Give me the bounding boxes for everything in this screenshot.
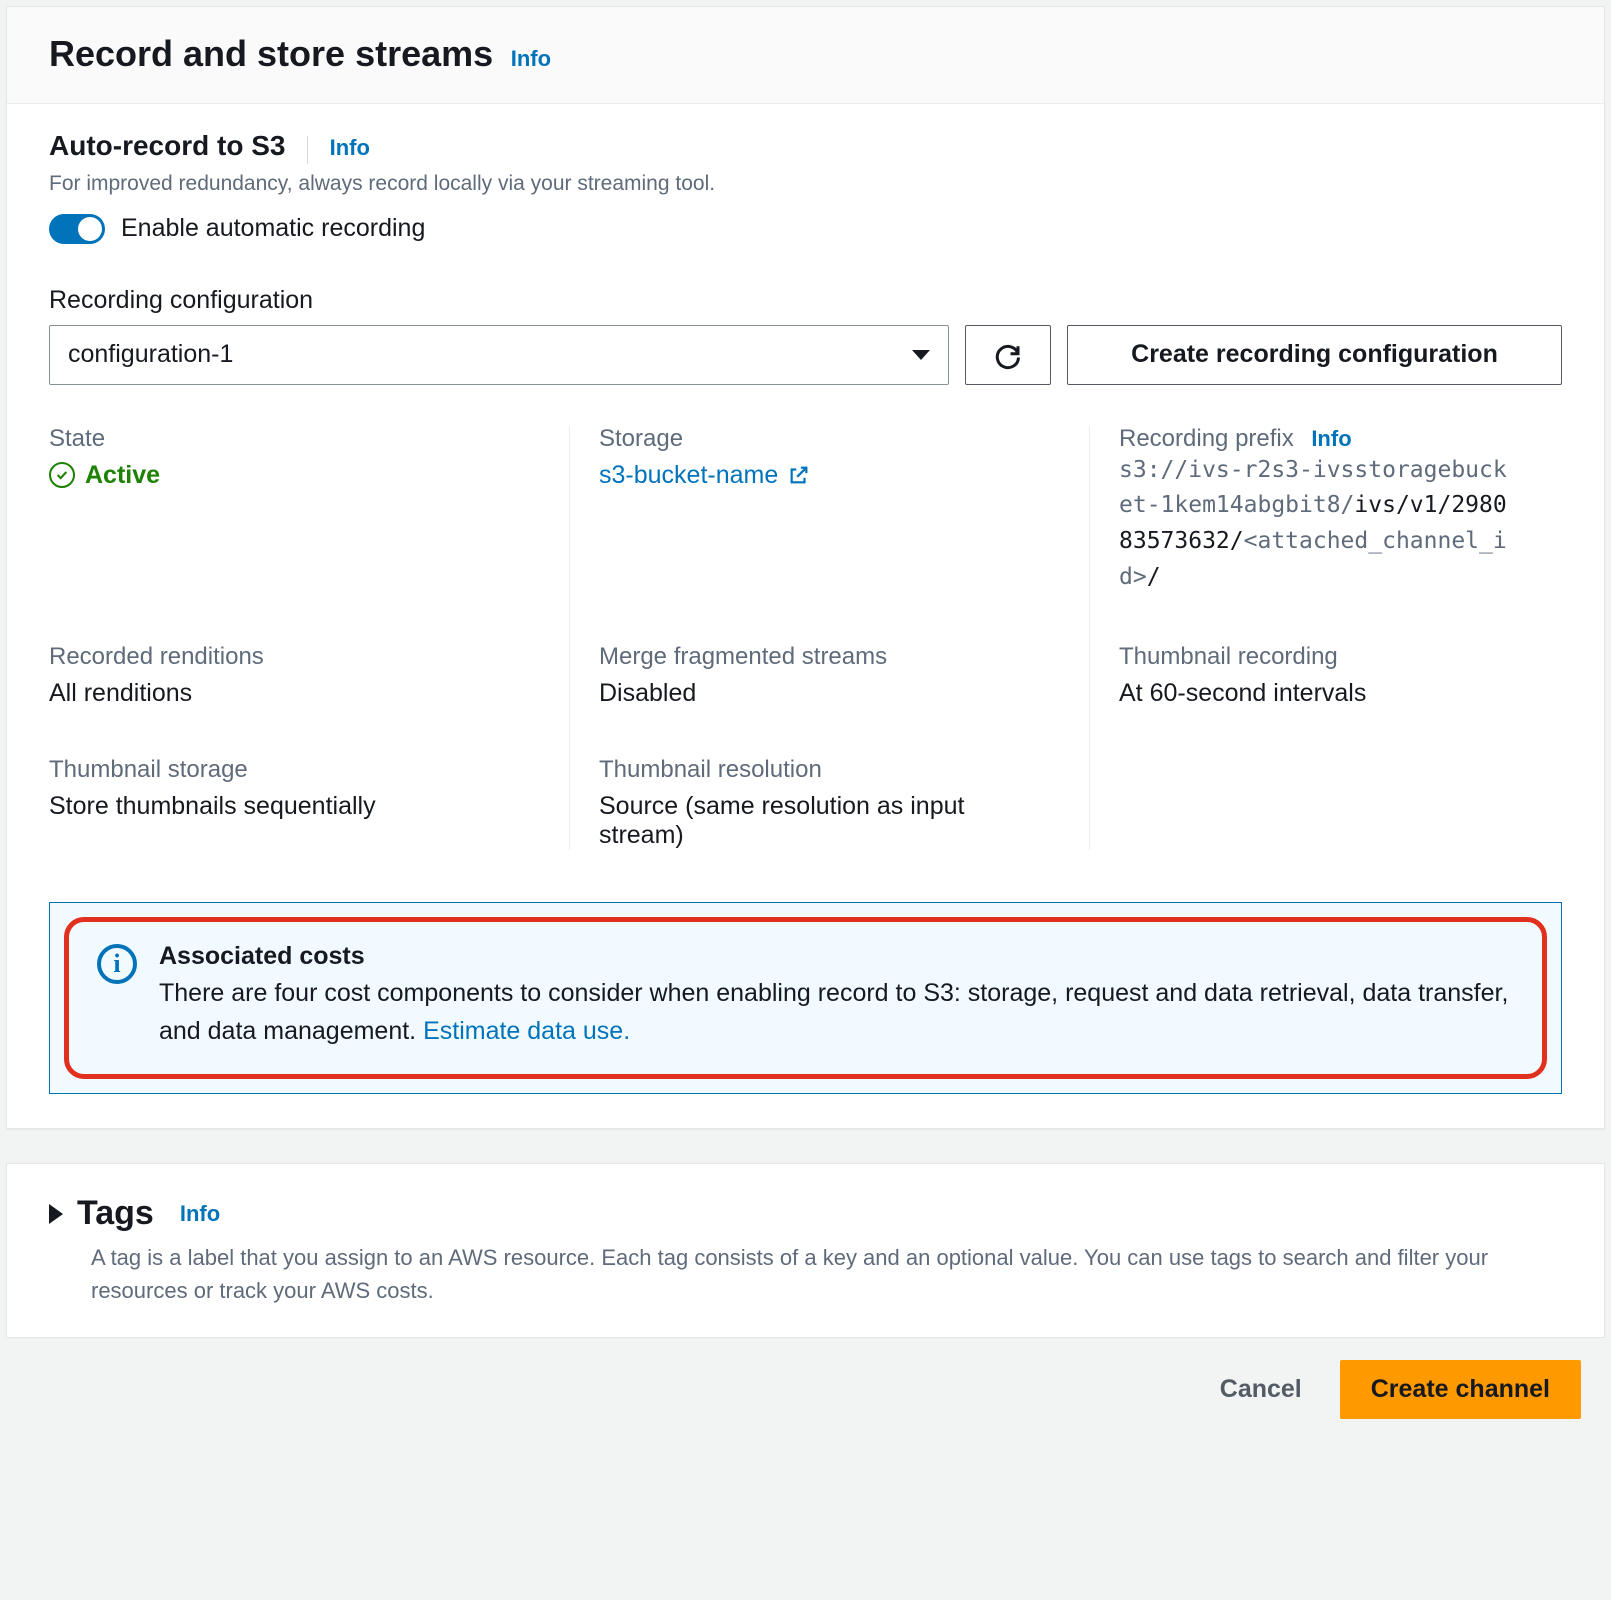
callout-body: There are four cost components to consid… xyxy=(159,979,1508,1045)
thumb-resolution-cell: Thumbnail resolution Source (same resolu… xyxy=(569,756,1089,850)
thumb-resolution-value: Source (same resolution as input stream) xyxy=(599,792,1047,850)
renditions-cell: Recorded renditions All renditions xyxy=(49,643,569,708)
panel-header: Record and store streams Info xyxy=(7,7,1604,104)
cancel-button[interactable]: Cancel xyxy=(1212,1363,1310,1416)
enable-recording-toggle[interactable] xyxy=(49,214,105,244)
thumb-storage-label: Thumbnail storage xyxy=(49,756,527,784)
expand-icon[interactable] xyxy=(49,1204,63,1224)
create-channel-button[interactable]: Create channel xyxy=(1340,1360,1581,1419)
callout-title: Associated costs xyxy=(159,942,1514,971)
chevron-down-icon xyxy=(912,350,930,360)
auto-record-description: For improved redundancy, always record l… xyxy=(49,172,1562,196)
tags-info-link[interactable]: Info xyxy=(180,1201,220,1227)
info-icon: i xyxy=(97,944,137,984)
renditions-label: Recorded renditions xyxy=(49,643,527,671)
prefix-trailing: / xyxy=(1147,564,1161,590)
state-text: Active xyxy=(85,461,160,490)
tags-title: Tags xyxy=(77,1194,154,1233)
config-details: State Active Storage s3-bucket-name xyxy=(49,425,1562,851)
renditions-value: All renditions xyxy=(49,679,527,708)
recording-config-select[interactable]: configuration-1 xyxy=(49,325,949,385)
thumb-recording-label: Thumbnail recording xyxy=(1119,643,1520,671)
storage-link[interactable]: s3-bucket-name xyxy=(599,461,810,490)
associated-costs-callout: i Associated costs There are four cost c… xyxy=(49,902,1562,1094)
auto-record-info-link[interactable]: Info xyxy=(330,135,370,160)
refresh-button[interactable] xyxy=(965,325,1051,385)
recording-config-label: Recording configuration xyxy=(49,286,1562,315)
state-label: State xyxy=(49,425,527,453)
enable-recording-label: Enable automatic recording xyxy=(121,214,425,243)
state-value: Active xyxy=(49,461,527,490)
panel-title: Record and store streams xyxy=(49,33,493,74)
merge-value: Disabled xyxy=(599,679,1047,708)
callout-highlight: i Associated costs There are four cost c… xyxy=(64,917,1547,1079)
callout-text: There are four cost components to consid… xyxy=(159,975,1514,1050)
storage-value: s3-bucket-name xyxy=(599,461,778,490)
thumb-storage-value: Store thumbnails sequentially xyxy=(49,792,527,821)
footer-actions: Cancel Create channel xyxy=(0,1338,1611,1447)
divider xyxy=(307,136,308,164)
column-separator xyxy=(569,425,570,851)
external-link-icon xyxy=(788,464,810,486)
prefix-cell: Recording prefix Info s3://ivs-r2s3-ivss… xyxy=(1089,425,1562,596)
merge-cell: Merge fragmented streams Disabled xyxy=(569,643,1089,708)
state-cell: State Active xyxy=(49,425,569,596)
merge-label: Merge fragmented streams xyxy=(599,643,1047,671)
auto-record-title: Auto-record to S3 xyxy=(49,130,285,161)
prefix-info-link[interactable]: Info xyxy=(1311,426,1351,451)
thumb-recording-cell: Thumbnail recording At 60-second interva… xyxy=(1089,643,1562,708)
auto-record-section: Auto-record to S3 Info For improved redu… xyxy=(49,130,1562,244)
create-recording-config-button[interactable]: Create recording configuration xyxy=(1067,325,1562,385)
panel-info-link[interactable]: Info xyxy=(511,46,551,71)
estimate-data-use-link[interactable]: Estimate data use. xyxy=(423,1013,630,1051)
tags-description: A tag is a label that you assign to an A… xyxy=(7,1241,1604,1337)
storage-cell: Storage s3-bucket-name xyxy=(569,425,1089,596)
column-separator xyxy=(1089,425,1090,851)
storage-label: Storage xyxy=(599,425,1047,453)
record-store-panel: Record and store streams Info Auto-recor… xyxy=(6,6,1605,1129)
prefix-label: Recording prefix xyxy=(1119,425,1294,452)
refresh-icon xyxy=(993,340,1023,370)
tags-panel: Tags Info A tag is a label that you assi… xyxy=(6,1163,1605,1338)
prefix-value: s3://ivs-r2s3-ivsstoragebucket-1kem14abg… xyxy=(1119,453,1520,596)
thumb-storage-cell: Thumbnail storage Store thumbnails seque… xyxy=(49,756,569,850)
thumb-resolution-label: Thumbnail resolution xyxy=(599,756,1047,784)
thumb-recording-value: At 60-second intervals xyxy=(1119,679,1520,708)
check-circle-icon xyxy=(49,462,75,488)
recording-config-value: configuration-1 xyxy=(68,340,233,369)
empty-cell xyxy=(1089,756,1562,850)
